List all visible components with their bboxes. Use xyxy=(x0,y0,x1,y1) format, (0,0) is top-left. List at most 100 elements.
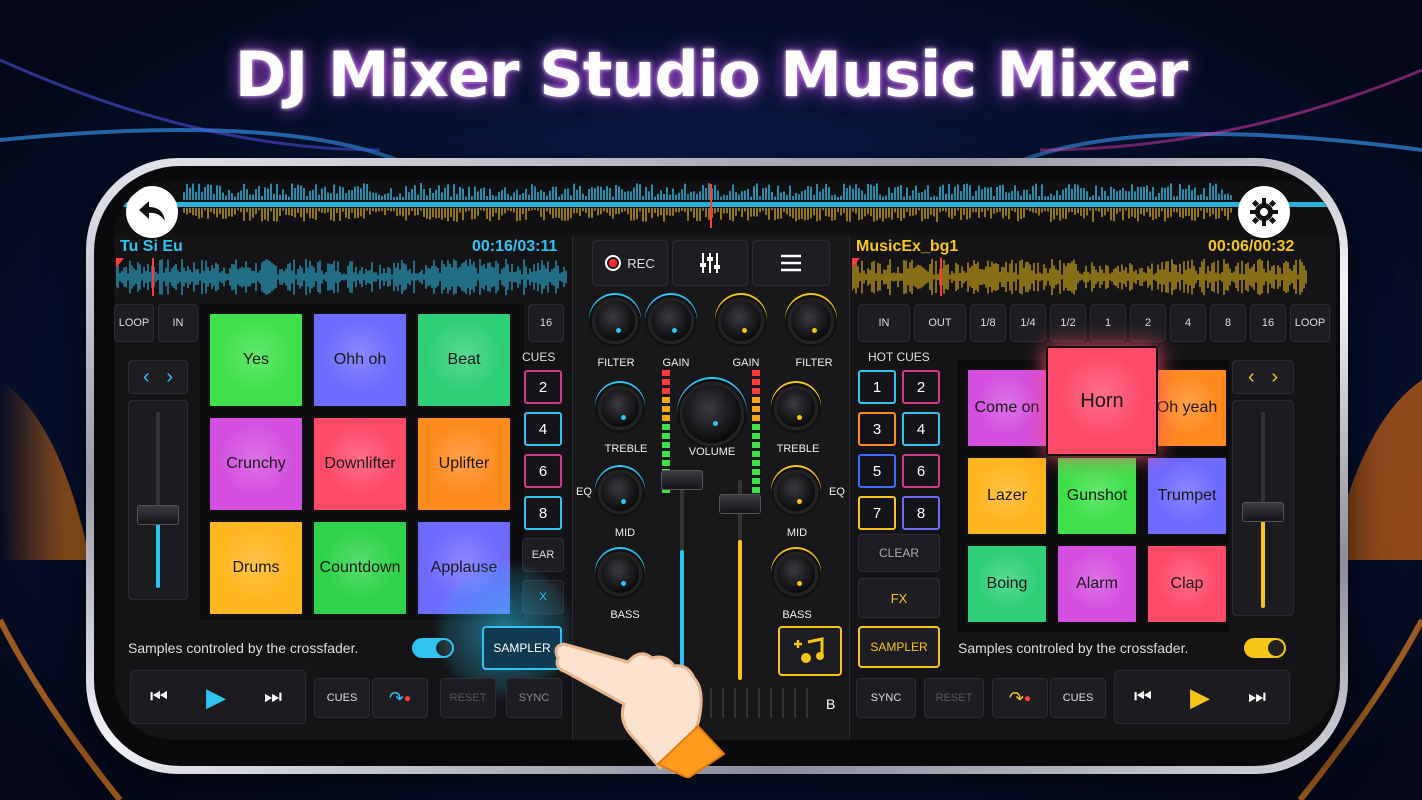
overview-waveform[interactable] xyxy=(114,180,1336,234)
deck-a-prev-button[interactable]: ⏮ xyxy=(150,686,168,709)
bass-right-knob[interactable] xyxy=(774,552,818,596)
deck-a-cue-record-button[interactable]: ↷ ● xyxy=(372,678,428,718)
deck-b-loop-4-button[interactable]: 4 xyxy=(1170,304,1206,342)
deck-b-pad-5[interactable]: Gunshot xyxy=(1056,456,1138,536)
deck-b-loop-1-button[interactable]: 1 xyxy=(1090,304,1126,342)
bass-left-knob[interactable] xyxy=(598,552,642,596)
deck-b-fx-button[interactable]: FX xyxy=(858,578,940,618)
deck-b-play-button[interactable]: ▶ xyxy=(1190,682,1210,713)
deck-b-sampler-button[interactable]: SAMPLER xyxy=(858,626,940,668)
deck-b-cues-button[interactable]: CUES xyxy=(1050,678,1106,718)
deck-a-pad-2[interactable]: Ohh oh xyxy=(312,312,408,408)
deck-a-pad-3[interactable]: Beat xyxy=(416,312,512,408)
deck-b-pad-4[interactable]: Lazer xyxy=(966,456,1048,536)
deck-b-sync-button[interactable]: SYNC xyxy=(856,678,916,718)
filter-right-knob[interactable] xyxy=(788,298,834,344)
deck-a-pad-8[interactable]: Countdown xyxy=(312,520,408,616)
deck-a-waveform[interactable] xyxy=(116,258,568,296)
deck-a-play-button[interactable]: ▶ xyxy=(206,682,226,713)
deck-a-pad-1[interactable]: Yes xyxy=(208,312,304,408)
deck-a-pitch-handle[interactable] xyxy=(137,505,179,525)
record-button[interactable]: REC xyxy=(592,240,668,286)
deck-a-loop-in-button[interactable]: IN xyxy=(158,304,198,342)
knob-indicator xyxy=(797,415,802,420)
deck-b-pad-8[interactable]: Alarm xyxy=(1056,544,1138,624)
channel-a-fader-handle[interactable] xyxy=(661,470,703,490)
deck-b-pad-6[interactable]: Trumpet xyxy=(1146,456,1228,536)
treble-left-knob[interactable] xyxy=(598,386,642,430)
deck-a-pad-7[interactable]: Drums xyxy=(208,520,304,616)
deck-b-loop-in-button[interactable]: IN xyxy=(858,304,910,342)
deck-a-cue-6[interactable]: 6 xyxy=(524,454,562,488)
deck-a-pad-4[interactable]: Crunchy xyxy=(208,416,304,512)
deck-a-loop-16-button[interactable]: 16 xyxy=(528,304,564,342)
knob-indicator xyxy=(621,581,626,586)
pad-label: Uplifter xyxy=(438,455,490,472)
deck-b-pitch-nudge[interactable]: ‹ › xyxy=(1232,360,1294,394)
deck-b-cue-record-button[interactable]: ↷ ● xyxy=(992,678,1048,718)
deck-b-hotcue-1[interactable]: 1 xyxy=(858,370,896,404)
deck-b-pad-3[interactable]: Oh yeah xyxy=(1146,368,1228,448)
pad-label: Oh yeah xyxy=(1156,399,1218,416)
gain-left-knob[interactable] xyxy=(648,298,694,344)
deck-b-hotcue-5[interactable]: 5 xyxy=(858,454,896,488)
deck-b-loop-16-button[interactable]: 16 xyxy=(1250,304,1286,342)
mid-right-label: MID xyxy=(786,527,808,539)
deck-a-cues-button[interactable]: CUES xyxy=(314,678,370,718)
deck-b-loop-1-4-button[interactable]: 1/4 xyxy=(1010,304,1046,342)
mixer-settings-button[interactable] xyxy=(672,240,748,286)
deck-b-loop-1-8-button[interactable]: 1/8 xyxy=(970,304,1006,342)
deck-b-pad-7[interactable]: Boing xyxy=(966,544,1048,624)
deck-b-crossfader-toggle[interactable] xyxy=(1244,638,1286,658)
deck-b-add-music-button[interactable] xyxy=(778,626,842,676)
pad-label: Boing xyxy=(986,575,1028,592)
deck-b-hotcue-7[interactable]: 7 xyxy=(858,496,896,530)
deck-b-waveform[interactable] xyxy=(852,258,1308,296)
deck-b-loop-out-button[interactable]: OUT xyxy=(914,304,966,342)
chevron-right-icon[interactable]: › xyxy=(1271,366,1278,389)
deck-b-hotcue-2[interactable]: 2 xyxy=(902,370,940,404)
deck-b-pad-1[interactable]: Come on xyxy=(966,368,1048,448)
vu-left-segment xyxy=(662,388,670,394)
deck-a-pad-5[interactable]: Downlifter xyxy=(312,416,408,512)
deck-a-reset-button[interactable]: RESET xyxy=(440,678,496,718)
deck-b-reset-button[interactable]: RESET xyxy=(924,678,984,718)
overview-waveform-svg xyxy=(114,183,1336,228)
deck-a-cue-2[interactable]: 2 xyxy=(524,370,562,404)
deck-b-loop-loop-button[interactable]: LOOP xyxy=(1290,304,1330,342)
deck-b-hotcue-8[interactable]: 8 xyxy=(902,496,940,530)
treble-right-knob[interactable] xyxy=(774,386,818,430)
knob-indicator xyxy=(742,328,747,333)
chevron-left-icon[interactable]: ‹ xyxy=(1248,366,1255,389)
deck-b-loop-8-button[interactable]: 8 xyxy=(1210,304,1246,342)
volume-knob[interactable] xyxy=(680,382,744,446)
deck-b-loop-1-2-button[interactable]: 1/2 xyxy=(1050,304,1086,342)
deck-a-cue-4[interactable]: 4 xyxy=(524,412,562,446)
menu-button[interactable] xyxy=(752,240,830,286)
deck-a-loop-button[interactable]: LOOP xyxy=(114,304,154,342)
deck-b-pad-2[interactable]: Horn xyxy=(1046,346,1158,456)
deck-a-pad-6[interactable]: Uplifter xyxy=(416,416,512,512)
deck-b-prev-button[interactable]: ⏮ xyxy=(1134,686,1152,709)
deck-b-loop-2-button[interactable]: 2 xyxy=(1130,304,1166,342)
filter-left-knob[interactable] xyxy=(592,298,638,344)
deck-a-next-button[interactable]: ⏭ xyxy=(264,686,282,709)
deck-b-hotcue-4[interactable]: 4 xyxy=(902,412,940,446)
pad-label: Lazer xyxy=(986,487,1028,504)
chevron-right-icon[interactable]: › xyxy=(166,366,173,389)
deck-b-hotcue-3[interactable]: 3 xyxy=(858,412,896,446)
back-button[interactable] xyxy=(126,186,178,238)
deck-b-next-button[interactable]: ⏭ xyxy=(1248,686,1266,709)
deck-a-pitch-nudge[interactable]: ‹ › xyxy=(128,360,188,394)
deck-a-cue-8[interactable]: 8 xyxy=(524,496,562,530)
deck-b-hotcue-6[interactable]: 6 xyxy=(902,454,940,488)
deck-b-pad-9[interactable]: Clap xyxy=(1146,544,1228,624)
deck-b-clear-button[interactable]: CLEAR xyxy=(858,534,940,572)
settings-button[interactable] xyxy=(1238,186,1290,238)
vu-left-segment xyxy=(662,370,670,376)
chevron-left-icon[interactable]: ‹ xyxy=(143,366,150,389)
deck-b-pitch-handle[interactable] xyxy=(1242,502,1284,522)
gain-right-knob[interactable] xyxy=(718,298,764,344)
pointing-hand-illustration xyxy=(554,642,726,778)
channel-b-fader-handle[interactable] xyxy=(719,494,761,514)
